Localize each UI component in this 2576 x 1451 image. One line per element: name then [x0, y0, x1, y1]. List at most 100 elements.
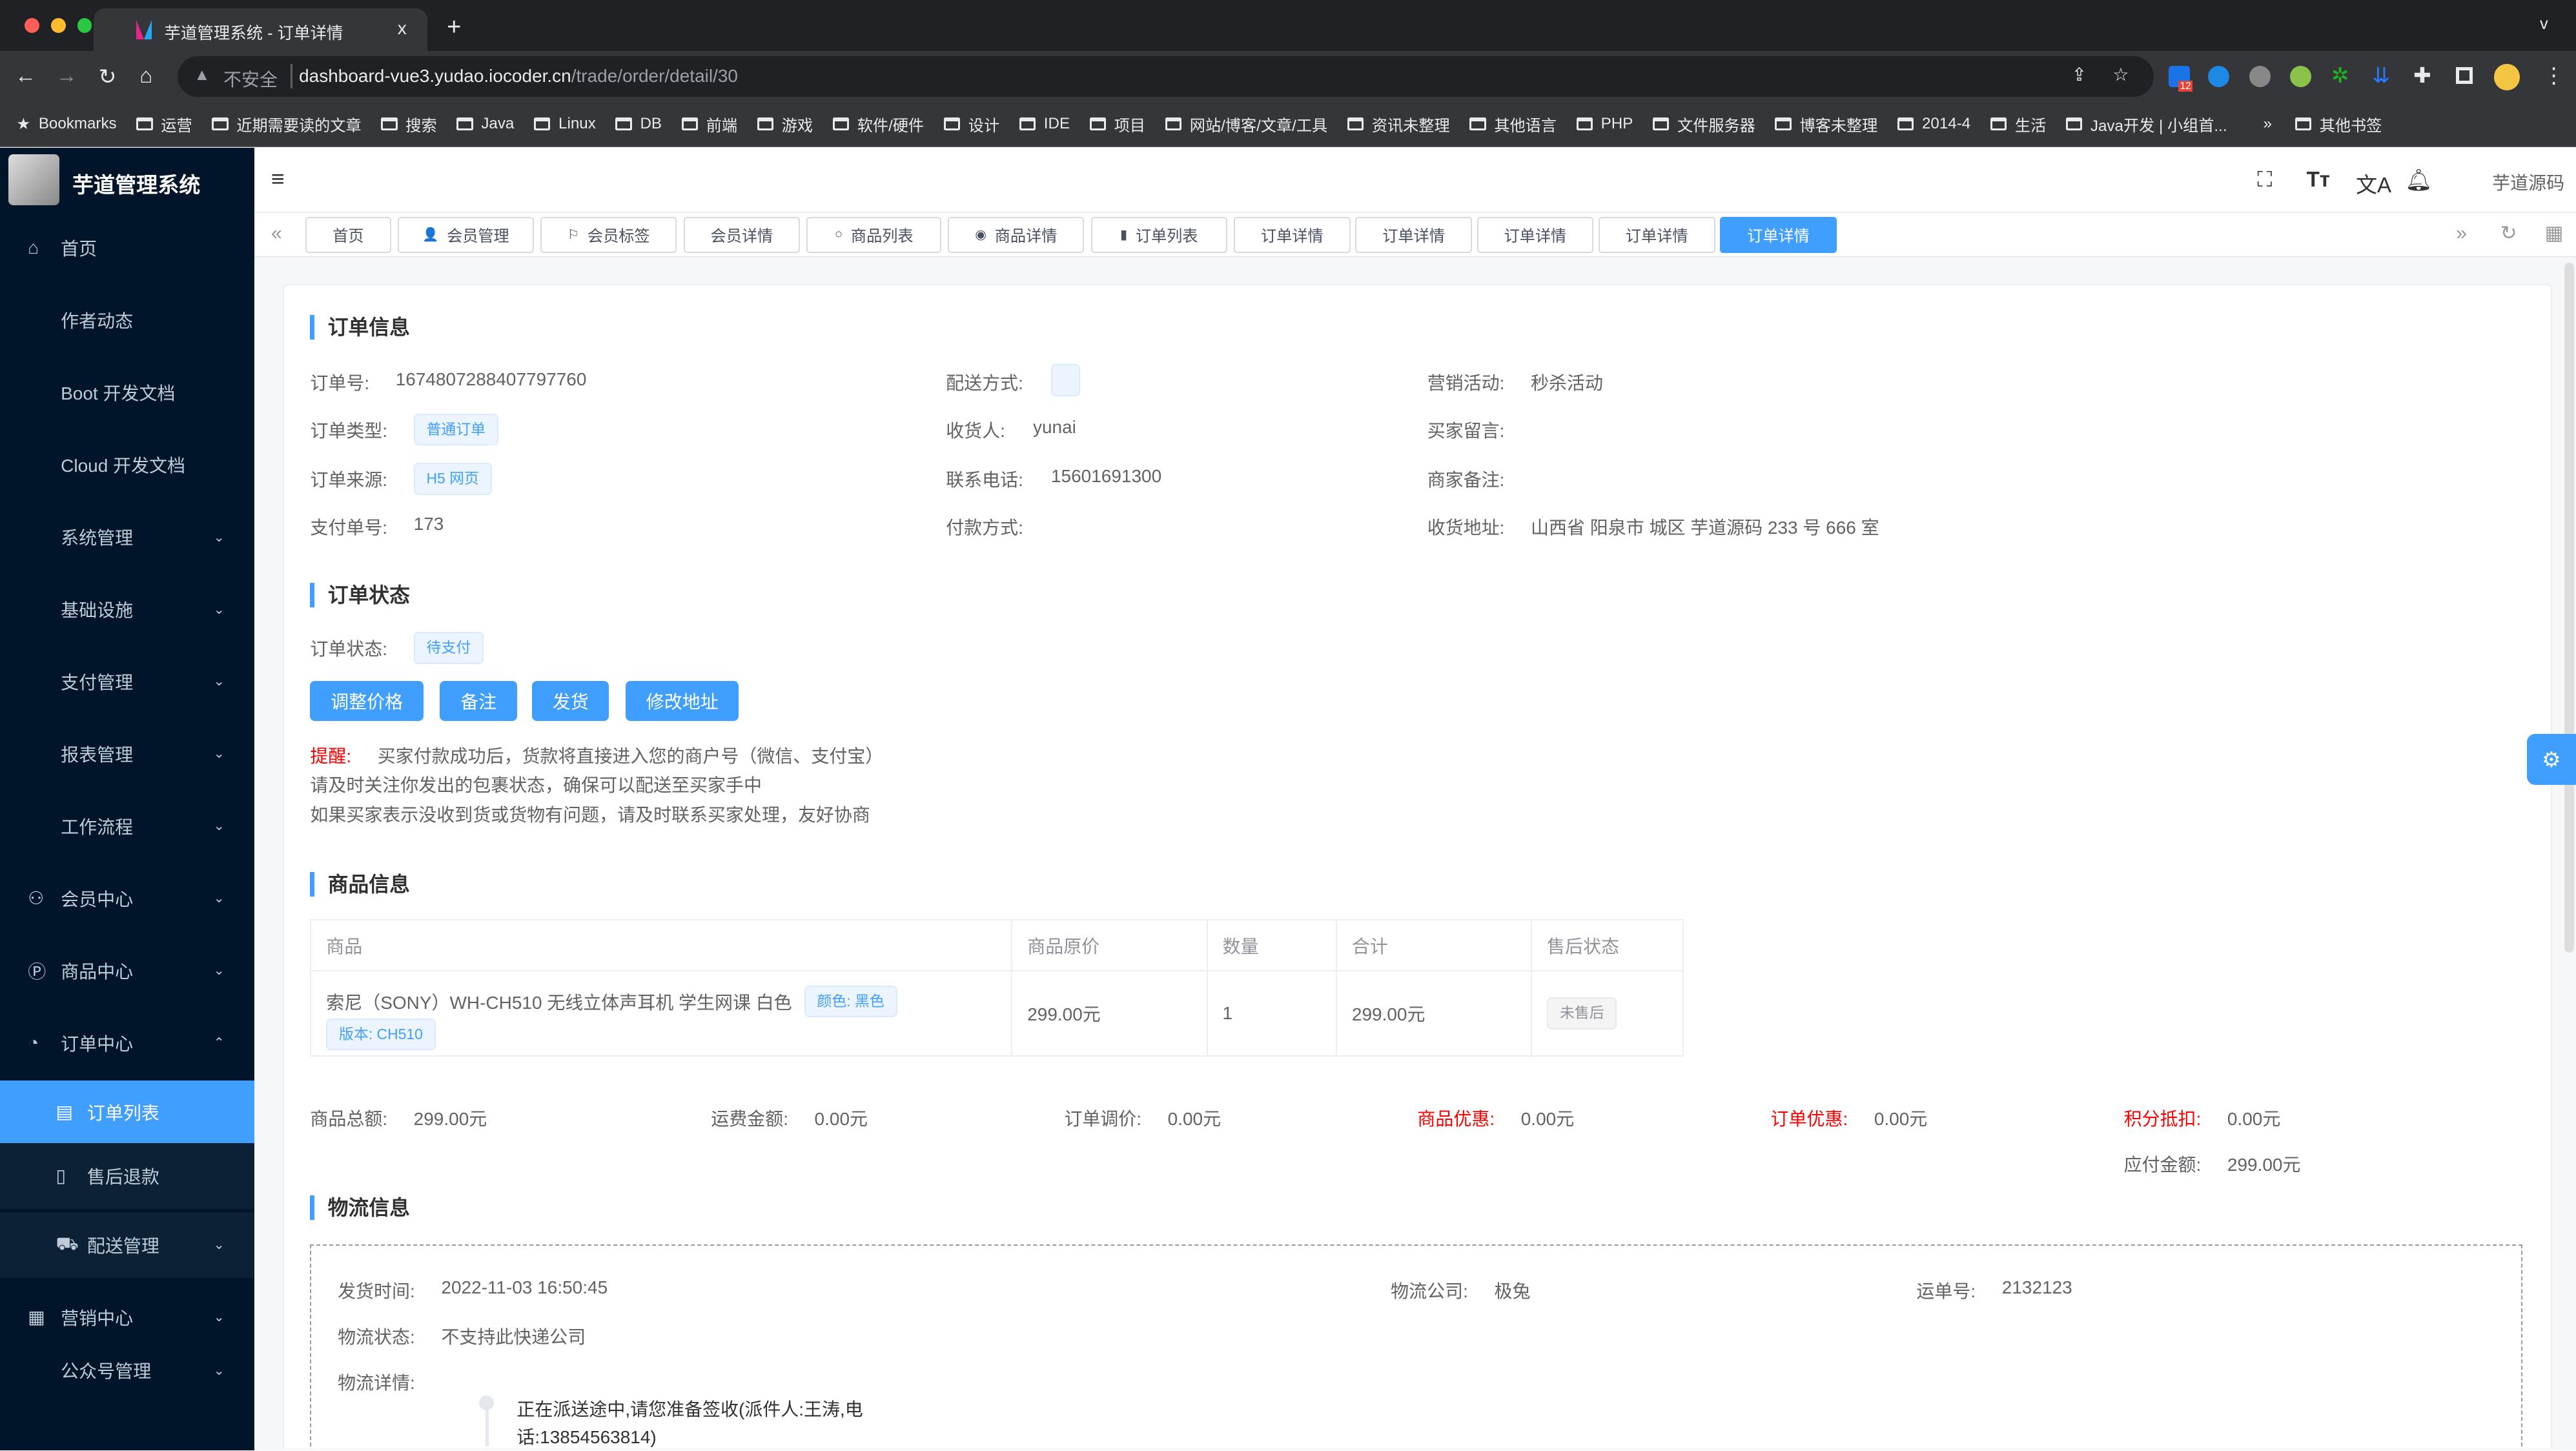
bookmark-folder[interactable]: IDE — [1019, 102, 1070, 147]
bookmark-folder[interactable]: 网站/博客/文章/工具 — [1165, 102, 1327, 147]
sidebar-item[interactable]: Cloud 开发文档 — [0, 432, 254, 498]
fullscreen-icon[interactable]: ⛶ — [2257, 168, 2272, 192]
logo[interactable]: 芋道管理系统 — [0, 148, 254, 214]
close-tab-icon[interactable]: x — [398, 18, 407, 39]
browser-menu-icon[interactable]: ⋮ — [2543, 63, 2564, 88]
bookmark-folder[interactable]: 运营 — [136, 102, 192, 147]
tab-10[interactable]: 订单详情 — [1598, 216, 1715, 253]
refresh-icon[interactable]: ↻ — [2500, 222, 2517, 245]
extension-icon[interactable] — [2207, 65, 2230, 87]
bookmark-folder[interactable]: 搜索 — [381, 102, 437, 147]
bookmark-folder[interactable]: 文件服务器 — [1652, 102, 1755, 147]
bookmark-star-icon[interactable]: ☆ — [2112, 64, 2129, 85]
order-discount-value: 0.00元 — [1874, 1108, 1928, 1129]
bookmark-folder[interactable]: 其他书签 — [2295, 102, 2382, 147]
home-icon[interactable]: ⌂ — [139, 64, 152, 88]
sidebar-item[interactable]: 作者动态 — [0, 287, 254, 353]
sidebar-item[interactable]: 工作流程 ⌄ — [0, 793, 254, 859]
tab-search-button[interactable]: v — [2540, 15, 2548, 34]
bookmarks-manager[interactable]: ★ Bookmarks — [16, 102, 116, 147]
extensions-puzzle-icon[interactable]: ✚ — [2413, 63, 2431, 88]
extension-icon[interactable]: ⇊ — [2372, 63, 2390, 88]
sidebar-item[interactable]: 系统管理 ⌄ — [0, 504, 254, 570]
order-no-value: 1674807288407797760 — [395, 369, 587, 389]
share-icon[interactable]: ⇪ — [2072, 64, 2087, 85]
tab-label: 会员标签 — [587, 228, 650, 246]
sidebar-item[interactable]: ▦ 营销中心 ⌄ — [0, 1284, 254, 1350]
font-size-icon[interactable]: Tт — [2307, 168, 2330, 192]
bookmark-folder[interactable]: 2014-4 — [1897, 102, 1970, 147]
bookmark-folder[interactable]: 设计 — [943, 102, 999, 147]
translate-icon[interactable]: 文A — [2356, 168, 2391, 199]
new-tab-button[interactable]: + — [447, 13, 461, 41]
reload-icon[interactable]: ↻ — [99, 64, 117, 90]
tab-3[interactable]: 会员详情 — [683, 216, 801, 253]
tab-11[interactable]: 订单详情 — [1720, 216, 1837, 253]
scrollbar[interactable] — [2564, 263, 2575, 953]
bookmark-folder[interactable]: 博客未整理 — [1775, 102, 1877, 147]
extension-icon[interactable]: ✲ — [2331, 63, 2349, 88]
bookmark-folder[interactable]: Linux — [533, 102, 596, 147]
sidebar-item[interactable]: 公众号管理 ⌄ — [0, 1357, 254, 1385]
tab-7[interactable]: 订单详情 — [1233, 216, 1351, 253]
scroll-right-icon[interactable]: » — [2456, 222, 2467, 245]
minimize-window-button[interactable] — [50, 17, 66, 33]
tab-4[interactable]: ○ 商品列表 — [806, 216, 942, 253]
bookmark-folder[interactable]: 软件/硬件 — [832, 102, 924, 147]
remark-button[interactable]: 备注 — [440, 681, 517, 721]
bookmark-folder[interactable]: 近期需要读的文章 — [212, 102, 362, 147]
extension-icon[interactable] — [2249, 65, 2271, 87]
bookmark-folder[interactable]: 生活 — [1990, 102, 2046, 147]
sidebar-item[interactable]: 报表管理 ⌄ — [0, 721, 254, 787]
sidebar-item[interactable]: ◔ 订单中心 ⌃ — [0, 1010, 254, 1076]
side-panel-icon[interactable] — [2456, 67, 2473, 84]
settings-gear-button[interactable]: ⚙ — [2526, 734, 2576, 786]
tab-9[interactable]: 订单详情 — [1477, 216, 1594, 253]
sidebar-item[interactable]: ⌂ 首页 — [0, 215, 254, 281]
tab-1[interactable]: 👤 会员管理 — [397, 216, 534, 253]
back-icon[interactable]: ← — [15, 64, 36, 88]
bookmark-label: 博客未整理 — [1799, 117, 1878, 135]
bell-icon[interactable]: 🔔︎ — [2405, 168, 2432, 193]
sidebar-item[interactable]: 支付管理 ⌄ — [0, 649, 254, 715]
tab-8[interactable]: 订单详情 — [1355, 216, 1472, 253]
sidebar-item[interactable]: ⛟ 配送管理 ⌄ — [0, 1212, 255, 1278]
bookmark-folder[interactable]: 项目 — [1089, 102, 1145, 147]
sidebar-item[interactable]: ▤ 订单列表 — [0, 1081, 255, 1144]
bookmark-folder[interactable]: 前端 — [681, 102, 737, 147]
bookmark-folder[interactable]: 其他语言 — [1469, 102, 1557, 147]
bookmark-folder[interactable]: Java开发 | 小组首... — [2065, 102, 2227, 147]
user-name[interactable]: 芋道源码 — [2492, 169, 2564, 195]
order-discount-label: 订单优惠: — [1770, 1108, 1848, 1129]
edit-address-button[interactable]: 修改地址 — [625, 681, 739, 721]
tab-6[interactable]: ▮ 订单列表 — [1090, 216, 1227, 253]
bookmark-folder[interactable]: 资讯未整理 — [1347, 102, 1450, 147]
deliver-button[interactable]: 发货 — [531, 681, 609, 721]
scroll-left-icon[interactable]: « — [271, 222, 282, 245]
extension-icon[interactable] — [2290, 65, 2312, 87]
close-window-button[interactable] — [25, 17, 40, 33]
adjust-price-button[interactable]: 调整价格 — [310, 681, 424, 721]
grid-icon[interactable]: ▦ — [2545, 222, 2564, 245]
bookmark-folder[interactable]: 游戏 — [757, 102, 813, 147]
profile-avatar[interactable] — [2493, 64, 2520, 90]
forward-icon[interactable]: → — [56, 64, 77, 88]
sidebar-item[interactable]: ⚇ 会员中心 ⌄ — [0, 866, 254, 931]
bookmark-folder[interactable]: Java — [456, 102, 514, 147]
sidebar-item[interactable]: Ⓟ 商品中心 ⌄ — [0, 938, 254, 1004]
tab-2[interactable]: ⚐ 会员标签 — [540, 216, 677, 253]
sidebar-item[interactable]: ▯ 售后退款 — [0, 1143, 255, 1209]
tab-0[interactable]: 首页 — [305, 216, 391, 253]
maximize-window-button[interactable] — [77, 17, 92, 33]
address-bar[interactable]: ▲ 不安全 dashboard-vue3.yudao.iocoder.cn/tr… — [177, 56, 2154, 97]
bookmark-folder[interactable]: DB — [615, 102, 662, 147]
browser-tab[interactable]: 芋道管理系统 - 订单详情 x — [94, 8, 427, 51]
tab-5[interactable]: ◉ 商品详情 — [948, 216, 1085, 253]
sidebar-item-label: 工作流程 — [61, 817, 134, 837]
folder-icon — [2065, 117, 2083, 131]
sidebar-item[interactable]: Boot 开发文档 — [0, 360, 254, 425]
hamburger-icon[interactable]: ≡ — [271, 166, 285, 192]
bookmark-folder[interactable]: PHP — [1576, 102, 1633, 147]
sidebar-item[interactable]: 基础设施 ⌄ — [0, 576, 254, 642]
more-bookmarks-button[interactable]: » — [2264, 102, 2272, 147]
